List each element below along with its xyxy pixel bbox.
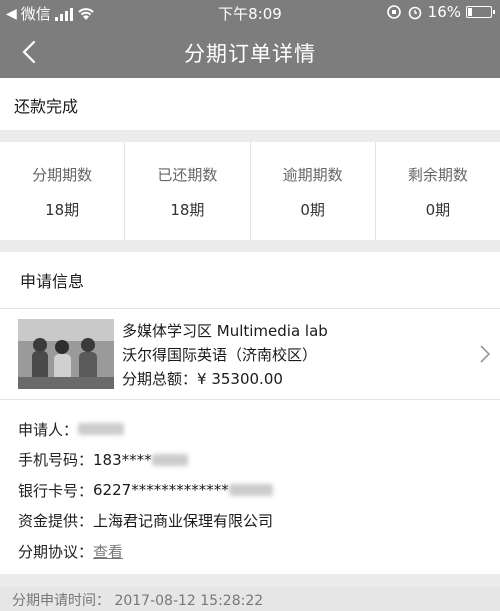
detail-row-phone: 手机号码： 183**** [18, 445, 273, 476]
detail-row-applicant: 申请人： [18, 414, 273, 445]
phone-redacted [151, 453, 188, 466]
order-status-section: 还款完成 [0, 78, 500, 130]
total-value: ¥ 35300.00 [197, 370, 283, 388]
card-label: 银行卡号： [18, 481, 94, 500]
product-name: 多媒体学习区 Multimedia lab [122, 322, 328, 340]
applicant-redacted [78, 423, 125, 436]
detail-row-agreement: 分期协议： 查看 [18, 536, 273, 567]
funder-label: 资金提供： [18, 512, 94, 531]
stat-value: 18期 [170, 201, 205, 219]
card-value: 6227************* [93, 481, 229, 500]
battery-percent: 16% [427, 3, 461, 21]
section-heading: 申请信息 [20, 272, 85, 291]
footer: 分期申请时间： 2017-08-12 15:28:22 [0, 586, 500, 611]
status-bar: ◀ 微信 下午8:09 16% [0, 0, 500, 26]
stat-value: 0期 [300, 201, 325, 219]
stat-label: 剩余期数 [407, 166, 468, 184]
orientation-lock-icon [386, 5, 401, 19]
total-label: 分期总额： [122, 370, 198, 388]
battery-icon [466, 6, 495, 18]
stat-label: 分期期数 [32, 166, 93, 184]
phone-value: 183**** [93, 450, 152, 469]
product-thumbnail [18, 319, 114, 389]
stat-label: 逾期期数 [282, 166, 343, 184]
application-details: 申请人： 手机号码： 183**** 银行卡号： 6227***********… [18, 414, 273, 567]
phone-label: 手机号码： [18, 451, 94, 470]
detail-row-card: 银行卡号： 6227************* [18, 475, 273, 506]
nav-bar: 分期订单详情 [0, 26, 500, 78]
page-title: 分期订单详情 [184, 42, 316, 66]
detail-row-funder: 资金提供： 上海君记商业保理有限公司 [18, 506, 273, 537]
product-row[interactable]: 多媒体学习区 Multimedia lab 沃尔得国际英语（济南校区） 分期总额… [0, 308, 500, 400]
stat-remaining-periods: 剩余期数 0期 [376, 142, 500, 240]
funder-value: 上海君记商业保理有限公司 [93, 512, 274, 531]
stat-overdue-periods: 逾期期数 0期 [251, 142, 376, 240]
alarm-icon [408, 6, 421, 20]
stat-paid-periods: 已还期数 18期 [125, 142, 251, 240]
installment-total: 分期总额：¥ 35300.00 [122, 367, 328, 391]
applicant-label: 申请人： [18, 420, 79, 439]
order-status-text: 还款完成 [14, 97, 79, 116]
stat-label: 已还期数 [157, 166, 218, 184]
view-agreement-link[interactable]: 查看 [93, 541, 123, 562]
chevron-right-icon [480, 345, 491, 363]
application-time: 分期申请时间： 2017-08-12 15:28:22 [12, 593, 264, 609]
school-name: 沃尔得国际英语（济南校区） [122, 346, 318, 364]
stat-total-periods: 分期期数 18期 [0, 142, 126, 240]
stat-value: 0期 [425, 201, 451, 219]
agreement-label: 分期协议： [18, 542, 94, 561]
card-redacted [228, 484, 273, 497]
installment-stats: 分期期数 18期 已还期数 18期 逾期期数 0期 剩余期数 0期 [0, 142, 500, 240]
stat-value: 18期 [45, 201, 80, 219]
